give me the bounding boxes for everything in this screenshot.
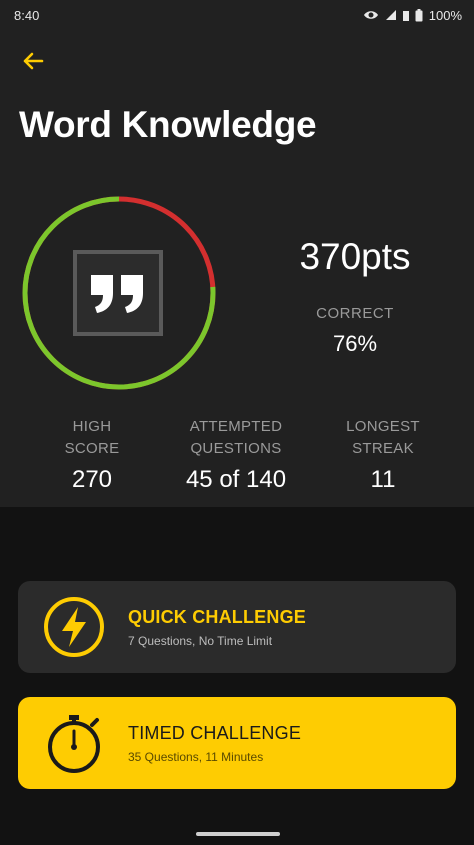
points-value: 370pts bbox=[299, 236, 411, 277]
status-icons: 100% bbox=[363, 8, 462, 23]
stat-label: STREAK bbox=[352, 440, 414, 457]
stat-label: LONGEST bbox=[346, 418, 420, 435]
battery-percent: 100% bbox=[428, 7, 462, 23]
stat-longest-streak: LONGEST STREAK 11 bbox=[333, 416, 433, 494]
quote-icon bbox=[73, 250, 163, 336]
back-arrow-icon bbox=[23, 52, 44, 70]
stat-label: SCORE bbox=[64, 440, 120, 457]
status-time: 8:40 bbox=[14, 7, 40, 23]
quick-challenge-button[interactable]: QUICK CHALLENGE 7 Questions, No Time Lim… bbox=[18, 581, 456, 673]
stat-high-score: HIGH SCORE 270 bbox=[47, 416, 137, 494]
stat-value: 11 bbox=[370, 466, 396, 493]
quick-challenge-title: QUICK CHALLENGE bbox=[128, 607, 306, 627]
correct-value: 76% bbox=[332, 331, 378, 356]
home-indicator[interactable] bbox=[196, 832, 280, 836]
stat-attempted-questions: ATTEMPTED QUESTIONS 45 of 140 bbox=[172, 416, 300, 494]
battery-icon bbox=[415, 8, 423, 21]
stat-label: QUESTIONS bbox=[190, 440, 282, 457]
stat-value: 270 bbox=[71, 466, 113, 493]
correct-label: CORRECT bbox=[316, 305, 394, 322]
timed-challenge-button[interactable]: TIMED CHALLENGE 35 Questions, 11 Minutes bbox=[18, 697, 456, 789]
page-title: Word Knowledge bbox=[19, 104, 317, 145]
stopwatch-icon bbox=[48, 715, 100, 773]
signal-icon bbox=[402, 11, 409, 21]
eye-icon bbox=[363, 11, 378, 19]
stat-label: ATTEMPTED bbox=[189, 418, 283, 435]
status-bar: 8:40 100% bbox=[0, 0, 474, 30]
stat-label: HIGH bbox=[72, 418, 112, 435]
timed-challenge-subtitle: 35 Questions, 11 Minutes bbox=[128, 750, 264, 764]
quick-challenge-subtitle: 7 Questions, No Time Limit bbox=[128, 634, 273, 648]
progress-ring bbox=[20, 194, 218, 392]
wifi-icon bbox=[385, 10, 396, 20]
stat-value: 45 of 140 bbox=[185, 466, 287, 493]
lightning-icon bbox=[44, 597, 104, 657]
back-button[interactable] bbox=[18, 48, 48, 74]
timed-challenge-title: TIMED CHALLENGE bbox=[128, 723, 302, 743]
